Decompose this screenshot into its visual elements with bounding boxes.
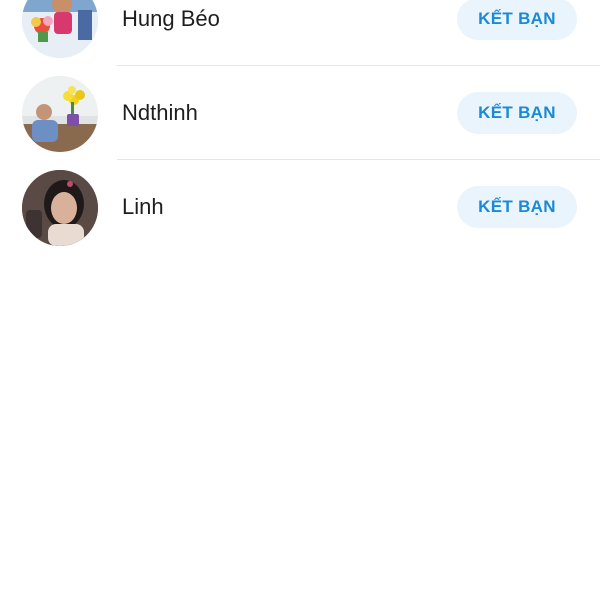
avatar-photo-icon [22,170,98,246]
friend-suggestion-item[interactable]: Hung Béo KẾT BẠN [0,0,600,66]
add-friend-button[interactable]: KẾT BẠN [457,0,577,40]
avatar-photo-icon [22,0,98,58]
add-friend-button[interactable]: KẾT BẠN [457,186,577,228]
avatar-photo-icon [22,76,98,152]
friend-suggestion-item[interactable]: Ndthinh KẾT BẠN [0,66,600,160]
friend-name[interactable]: Linh [122,160,164,254]
avatar[interactable] [22,0,98,58]
friend-name[interactable]: Ndthinh [122,66,198,160]
add-friend-button[interactable]: KẾT BẠN [457,92,577,134]
friend-suggestion-list: Hung Béo KẾT BẠN Ndthinh KẾT BẠN Linh KẾ… [0,0,600,254]
avatar[interactable] [22,76,98,152]
friend-name[interactable]: Hung Béo [122,0,220,66]
avatar[interactable] [22,170,98,246]
friend-suggestion-item[interactable]: Linh KẾT BẠN [0,160,600,254]
